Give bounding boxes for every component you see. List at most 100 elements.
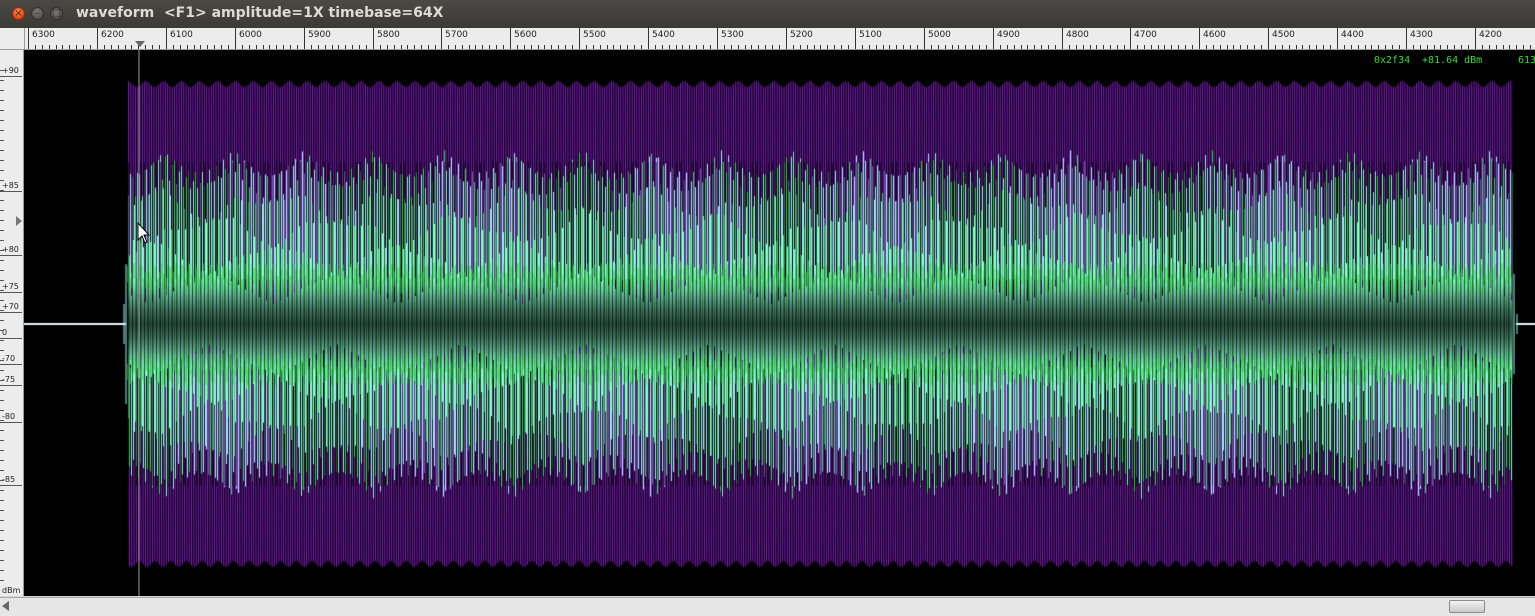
readout-hex: 0x2f34: [1374, 55, 1411, 66]
ruler-label: 5800: [377, 30, 400, 40]
ruler-minor-tick: [1014, 45, 1015, 49]
ruler-minor-tick: [745, 45, 746, 49]
ruler-minor-tick: [104, 45, 105, 49]
axis-minor-tick: [0, 410, 4, 411]
ruler-minor-tick: [159, 45, 160, 49]
horizontal-scrollbar[interactable]: [0, 597, 1535, 616]
ruler-minor-tick: [359, 45, 360, 49]
minimize-icon[interactable]: –: [31, 7, 44, 20]
ruler-minor-tick: [1316, 45, 1317, 49]
ruler-minor-tick: [1096, 45, 1097, 49]
axis-minor-tick: [0, 580, 4, 581]
ruler-label: 5200: [790, 30, 813, 40]
axis-tick: [0, 312, 22, 313]
mouse-pointer-icon: [137, 221, 151, 244]
ruler-minor-tick: [228, 45, 229, 49]
ruler-minor-tick: [1247, 45, 1248, 49]
ruler-minor-tick: [1240, 45, 1241, 49]
ruler-minor-tick: [1296, 45, 1297, 49]
axis-minor-tick: [0, 470, 4, 471]
axis-label: +70: [2, 302, 19, 311]
ruler-major-tick: [1062, 28, 1063, 49]
axis-label: +85: [2, 181, 19, 190]
ruler-minor-tick: [814, 45, 815, 49]
ruler-minor-tick: [1027, 45, 1028, 49]
cursor-position-marker[interactable]: [135, 41, 145, 47]
ruler-minor-tick: [627, 45, 628, 49]
ruler-minor-tick: [1137, 45, 1138, 49]
axis-minor-tick: [0, 220, 4, 221]
level-marker-icon[interactable]: [16, 216, 22, 226]
axis-minor-tick: [0, 500, 4, 501]
ruler-minor-tick: [572, 45, 573, 49]
close-icon[interactable]: ×: [12, 7, 25, 20]
readout-level: +81.64 dBm: [1422, 55, 1483, 66]
waveform-plot[interactable]: 0x2f34 +81.64 dBm 613: [24, 50, 1535, 596]
ruler-minor-tick: [1413, 45, 1414, 49]
axis-minor-tick: [0, 120, 4, 121]
maximize-glyph: □: [51, 8, 62, 19]
ruler-minor-tick: [889, 45, 890, 49]
ruler-minor-tick: [1213, 45, 1214, 49]
axis-minor-tick: [0, 180, 4, 181]
ruler-minor-tick: [187, 45, 188, 49]
axis-minor-tick: [0, 390, 4, 391]
ruler-minor-tick: [910, 45, 911, 49]
axis-minor-tick: [0, 70, 4, 71]
time-ruler[interactable]: 6300 6200 6100 6000 5900 5800 5700 5600 5500 5400…: [0, 28, 1535, 50]
ruler-minor-tick: [945, 45, 946, 49]
ruler-minor-tick: [297, 45, 298, 49]
ruler-minor-tick: [565, 45, 566, 49]
ruler-minor-tick: [380, 45, 381, 49]
ruler-minor-tick: [551, 45, 552, 49]
ruler-minor-tick: [352, 45, 353, 49]
scrollbar-thumb[interactable]: [1449, 600, 1485, 613]
ruler-minor-tick: [1076, 45, 1077, 49]
axis-tick: [0, 191, 22, 192]
ruler-label: 5900: [308, 30, 331, 40]
arrow-left-icon[interactable]: [2, 601, 9, 611]
ruler-label: 5500: [583, 30, 606, 40]
ruler-minor-tick: [986, 45, 987, 49]
axis-tick: [0, 255, 22, 256]
ruler-minor-tick: [1330, 45, 1331, 49]
ruler-minor-tick: [414, 45, 415, 49]
ruler-major-tick: [579, 28, 580, 49]
ruler-minor-tick: [338, 45, 339, 49]
axis-minor-tick: [0, 380, 4, 381]
ruler-minor-tick: [1275, 45, 1276, 49]
axis-minor-tick: [0, 490, 4, 491]
ruler-minor-tick: [931, 45, 932, 49]
ruler-minor-tick: [1083, 45, 1084, 49]
ruler-minor-tick: [607, 45, 608, 49]
ruler-minor-tick: [1392, 45, 1393, 49]
axis-tick: [0, 364, 22, 365]
ruler-minor-tick: [290, 45, 291, 49]
ruler-minor-tick: [1351, 45, 1352, 49]
ruler-major-tick: [1337, 28, 1338, 49]
axis-minor-tick: [0, 230, 4, 231]
minimize-glyph: –: [35, 8, 40, 19]
axis-minor-tick: [0, 400, 4, 401]
ruler-minor-tick: [462, 45, 463, 49]
axis-tick: [0, 76, 22, 77]
ruler-minor-tick: [131, 45, 132, 49]
ruler-minor-tick: [655, 45, 656, 49]
ruler-minor-tick: [207, 45, 208, 49]
ruler-minor-tick: [311, 45, 312, 49]
ruler-minor-tick: [1427, 45, 1428, 49]
ruler-minor-tick: [758, 45, 759, 49]
ruler-minor-tick: [676, 45, 677, 49]
ruler-minor-tick: [394, 45, 395, 49]
ruler-minor-tick: [214, 45, 215, 49]
ruler-major-tick: [993, 28, 994, 49]
ruler-label: 6000: [239, 30, 262, 40]
ruler-major-tick: [304, 28, 305, 49]
axis-minor-tick: [0, 80, 4, 81]
ruler-minor-tick: [503, 45, 504, 49]
maximize-icon[interactable]: □: [50, 7, 63, 20]
axis-label: +90: [2, 66, 19, 75]
ruler-minor-tick: [489, 45, 490, 49]
ruler-minor-tick: [125, 45, 126, 49]
axis-minor-tick: [0, 90, 4, 91]
